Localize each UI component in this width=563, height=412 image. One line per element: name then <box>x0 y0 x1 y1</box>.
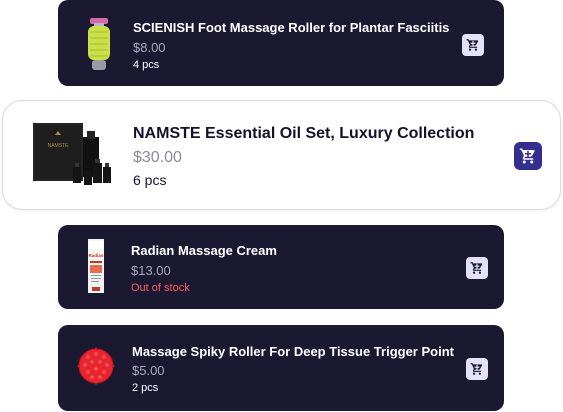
product-stock: 2 pcs <box>132 382 159 394</box>
massage-cream-image: Radian <box>86 239 106 295</box>
product-stock: 6 pcs <box>133 172 167 188</box>
foot-roller-image <box>84 18 114 72</box>
product-title: NAMSTE Essential Oil Set, Luxury Collect… <box>133 125 475 142</box>
tube-brand-text: Radian <box>88 253 103 258</box>
cart-icon <box>519 147 537 165</box>
add-to-cart-button[interactable] <box>466 257 488 279</box>
cart-icon <box>470 362 484 376</box>
product-price: $8.00 <box>133 40 166 55</box>
cart-icon <box>470 261 484 275</box>
product-price: $13.00 <box>131 263 171 278</box>
product-card-selected[interactable]: NAMSTE NAMSTE Essential Oil Set, Luxury … <box>2 100 561 210</box>
add-to-cart-button[interactable] <box>462 34 484 56</box>
cart-icon <box>466 38 480 52</box>
box-logo-text: NAMSTE <box>48 143 70 149</box>
essential-oil-set-image: NAMSTE <box>33 123 113 189</box>
product-price: $30.00 <box>133 149 182 166</box>
product-title: Massage Spiky Roller For Deep Tissue Tri… <box>132 344 454 359</box>
product-card[interactable]: SCIENISH Foot Massage Roller for Plantar… <box>58 0 504 86</box>
add-to-cart-button[interactable] <box>514 142 542 170</box>
product-price: $5.00 <box>132 363 165 378</box>
product-title: SCIENISH Foot Massage Roller for Plantar… <box>133 20 450 35</box>
product-card[interactable]: Massage Spiky Roller For Deep Tissue Tri… <box>58 325 504 411</box>
spiky-ball-image <box>76 345 116 387</box>
product-card[interactable]: Radian Radian Massage Cream $13.00 Out o… <box>58 225 504 309</box>
product-list: SCIENISH Foot Massage Roller for Plantar… <box>0 0 563 412</box>
product-stock: 4 pcs <box>133 59 160 71</box>
product-title: Radian Massage Cream <box>131 243 277 258</box>
add-to-cart-button[interactable] <box>466 358 488 380</box>
stock-status-out: Out of stock <box>131 282 190 294</box>
